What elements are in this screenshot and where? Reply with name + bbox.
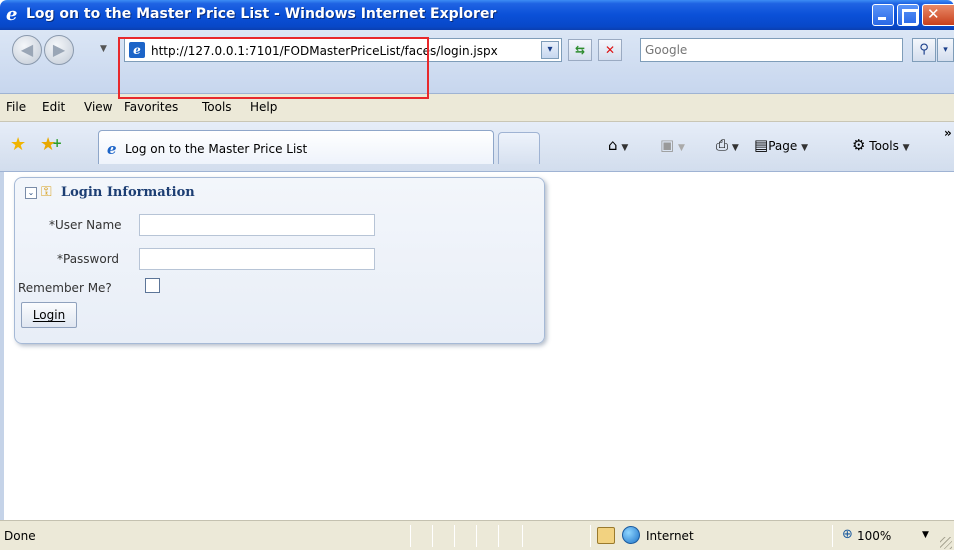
page-dropdown-icon: ▼ bbox=[801, 143, 808, 153]
address-dropdown-icon[interactable]: ▾ bbox=[541, 41, 559, 59]
favorites-star-icon[interactable]: ★ bbox=[10, 134, 26, 155]
tools-menu-label: Tools bbox=[869, 139, 899, 153]
stop-button[interactable]: ✕ bbox=[598, 39, 622, 61]
search-box[interactable] bbox=[640, 38, 903, 62]
back-arrow-icon: ◀ bbox=[20, 40, 34, 59]
page-icon: ▤ bbox=[754, 136, 769, 154]
username-field[interactable] bbox=[139, 214, 375, 236]
status-divider bbox=[498, 525, 499, 547]
print-dropdown-icon[interactable]: ▼ bbox=[732, 143, 739, 153]
remember-me-label: Remember Me? bbox=[18, 281, 112, 295]
menu-tools[interactable]: Tools bbox=[202, 100, 232, 114]
panel-title: Login Information bbox=[61, 185, 195, 200]
menu-view[interactable]: View bbox=[84, 100, 112, 114]
back-button[interactable]: ◀ bbox=[12, 35, 42, 65]
menu-edit[interactable]: Edit bbox=[42, 100, 65, 114]
search-icon[interactable]: ⚲ bbox=[912, 38, 936, 62]
home-button[interactable]: ⌂ ▼ bbox=[608, 136, 628, 154]
print-button[interactable]: ⎙ ▼ bbox=[716, 136, 739, 154]
page-menu-button[interactable]: ▤Page ▼ bbox=[754, 136, 808, 154]
zoom-dropdown-icon[interactable]: ▼ bbox=[922, 530, 929, 540]
status-divider bbox=[454, 525, 455, 547]
resize-grip[interactable] bbox=[940, 537, 952, 549]
security-zone-label[interactable]: Internet bbox=[646, 529, 694, 543]
tab-toolbar: ★ ★ e Log on to the Master Price List ⌂ … bbox=[0, 122, 954, 172]
status-divider bbox=[832, 525, 833, 547]
zoom-level[interactable]: 100% bbox=[857, 529, 891, 543]
username-label: *User Name bbox=[49, 218, 122, 232]
ie-logo-icon: e bbox=[6, 4, 18, 25]
tools-menu-button[interactable]: ⚙ Tools ▼ bbox=[852, 136, 910, 154]
password-label-text: Password bbox=[63, 252, 120, 266]
search-input[interactable] bbox=[645, 41, 895, 59]
tab-page-icon: e bbox=[107, 140, 117, 158]
history-dropdown-icon[interactable]: ▼ bbox=[100, 44, 107, 54]
login-button[interactable]: Login bbox=[21, 302, 77, 328]
menu-file[interactable]: File bbox=[6, 100, 26, 114]
status-divider bbox=[432, 525, 433, 547]
menu-help[interactable]: Help bbox=[250, 100, 277, 114]
refresh-button[interactable]: ⇆ bbox=[568, 39, 592, 61]
add-favorite-icon[interactable]: ★ bbox=[40, 134, 62, 155]
window-title: Log on to the Master Price List - Window… bbox=[26, 6, 497, 22]
minimize-button[interactable] bbox=[872, 4, 894, 26]
username-label-text: User Name bbox=[55, 218, 122, 232]
menu-favorites[interactable]: Favorites bbox=[124, 100, 178, 114]
search-options-dropdown-icon[interactable]: ▾ bbox=[937, 38, 954, 62]
login-panel: ⌄ ⚿ Login Information *User Name *Passwo… bbox=[14, 177, 545, 344]
zoom-icon[interactable]: ⊕ bbox=[842, 527, 853, 542]
tab-label: Log on to the Master Price List bbox=[125, 142, 308, 156]
url-highlight-box bbox=[118, 37, 429, 99]
password-label: *Password bbox=[57, 252, 119, 266]
key-icon: ⚿ bbox=[41, 184, 52, 200]
toolbar-overflow-chevron[interactable]: » bbox=[944, 126, 952, 140]
status-divider bbox=[410, 525, 411, 547]
protected-mode-icon[interactable] bbox=[597, 527, 615, 544]
home-dropdown-icon[interactable]: ▼ bbox=[621, 143, 628, 153]
home-icon: ⌂ bbox=[608, 136, 618, 154]
feeds-dropdown-icon: ▼ bbox=[678, 143, 685, 153]
forward-button[interactable]: ▶ bbox=[44, 35, 74, 65]
status-text: Done bbox=[4, 529, 36, 543]
collapse-icon[interactable]: ⌄ bbox=[25, 187, 37, 199]
new-tab-button[interactable] bbox=[498, 132, 540, 164]
password-field[interactable] bbox=[139, 248, 375, 270]
tab-login-page[interactable]: e Log on to the Master Price List bbox=[98, 130, 494, 164]
close-button[interactable] bbox=[922, 4, 954, 26]
forward-arrow-icon: ▶ bbox=[52, 40, 66, 59]
status-divider bbox=[476, 525, 477, 547]
globe-icon bbox=[622, 526, 640, 544]
tools-dropdown-icon: ▼ bbox=[902, 143, 910, 153]
rss-feed-icon: ▣ bbox=[660, 136, 675, 154]
status-bar: Done Internet ⊕ 100% ▼ bbox=[0, 520, 954, 550]
maximize-button[interactable] bbox=[897, 4, 919, 26]
printer-icon: ⎙ bbox=[716, 136, 729, 154]
gear-icon: ⚙ bbox=[852, 136, 866, 154]
remember-me-checkbox[interactable] bbox=[145, 278, 160, 293]
page-menu-label: Page bbox=[768, 139, 798, 153]
window-title-bar[interactable]: e Log on to the Master Price List - Wind… bbox=[0, 0, 954, 30]
feeds-button[interactable]: ▣ ▼ bbox=[660, 136, 685, 154]
status-divider bbox=[522, 525, 523, 547]
status-divider bbox=[590, 525, 591, 547]
